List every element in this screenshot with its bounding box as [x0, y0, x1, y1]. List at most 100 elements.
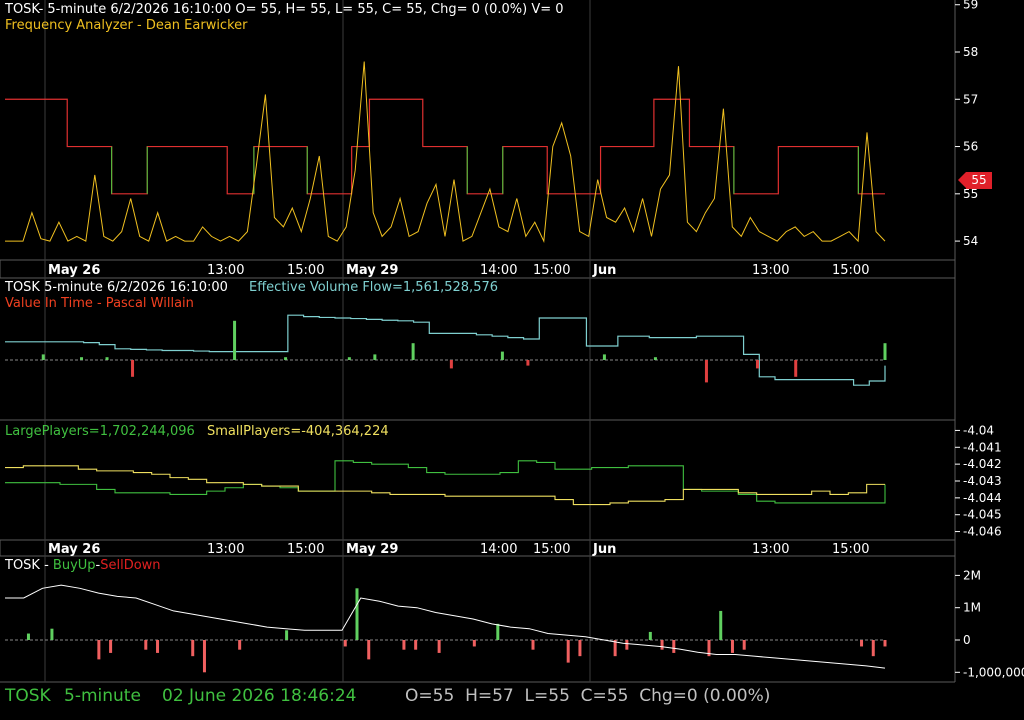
volume-flow-header: TOSK 5-minute 6/2/2026 16:10:00: [5, 280, 228, 295]
volume-flow-bar: [347, 357, 351, 360]
x-tick-label: 13:00: [752, 263, 789, 278]
x-axis-band: [0, 259, 956, 279]
volume-flow-bar: [284, 357, 288, 360]
y-tick-label: 2M: [963, 568, 981, 582]
buy-sell-bar: [97, 640, 101, 660]
volume-flow-bar: [704, 360, 708, 383]
y-tick-label: 56: [963, 140, 978, 154]
value-in-time-label: Value In Time - Pascal Willain: [5, 296, 194, 311]
y-tick-label: -4.041: [963, 440, 1002, 454]
y-tick-label: 58: [963, 45, 978, 59]
buy-sell-bar: [566, 640, 570, 663]
volume-flow-bar: [794, 360, 798, 377]
buy-sell-bar: [238, 640, 242, 650]
buy-sell-bar: [672, 640, 676, 653]
frequency-analyzer-label: Frequency Analyzer - Dean Earwicker: [5, 18, 248, 33]
buy-sell-bar: [202, 640, 206, 673]
x-tick-label: May 26: [48, 542, 100, 557]
x-tick-label: 15:00: [832, 542, 869, 557]
buy-sell-bar: [50, 628, 54, 640]
volume-flow-bar: [80, 357, 84, 360]
buy-sell-bar: [191, 640, 195, 657]
small-players-label: SmallPlayers=-404,364,224: [207, 424, 389, 439]
volume-flow-bar: [131, 360, 135, 377]
x-tick-label: 15:00: [533, 542, 570, 557]
y-tick-label: 0: [963, 633, 971, 647]
small-players-line: [5, 465, 885, 506]
buy-sell-bar: [578, 640, 582, 657]
buy-sell-bar: [660, 640, 664, 650]
status-ohlc: O=55 H=57 L=55 C=55 Chg=0 (0.00%): [405, 686, 771, 706]
buy-sell-bar: [144, 640, 148, 650]
buy-sell-bar: [402, 640, 406, 650]
x-tick-label: 13:00: [752, 542, 789, 557]
x-tick-label: 13:00: [207, 542, 244, 557]
buy-sell-bar: [625, 640, 629, 650]
large-players-label: LargePlayers=1,702,244,096: [5, 424, 195, 439]
buy-sell-bar: [109, 640, 113, 653]
buy-sell-bar: [531, 640, 535, 650]
last-price-badge: 55: [958, 172, 992, 189]
buyup-symbol: TOSK -: [5, 558, 53, 573]
volume-flow-bar: [653, 357, 657, 360]
buy-sell-bar: [355, 588, 359, 640]
buy-sell-bar: [496, 623, 500, 640]
volume-flow-bar: [883, 343, 887, 360]
volume-flow-bar: [411, 343, 415, 360]
buy-sell-bar: [648, 631, 652, 640]
y-tick-label: 1M: [963, 601, 981, 615]
volume-flow-bar: [755, 360, 759, 369]
buy-sell-bar: [871, 640, 875, 657]
y-tick-label: -4.044: [963, 491, 1002, 505]
y-tick-label: 57: [963, 92, 978, 106]
buy-sell-bar: [156, 640, 160, 653]
volume-flow-bar: [500, 351, 504, 360]
volume-flow-bar: [373, 354, 377, 360]
volume-flow-bar: [602, 354, 606, 360]
buy-sell-bar: [343, 640, 347, 647]
y-tick-label: -4.043: [963, 474, 1002, 488]
buy-sell-bar: [367, 640, 371, 660]
y-tick-label: -4.042: [963, 457, 1002, 471]
buy-sell-bar: [883, 640, 887, 647]
buy-sell-bar: [437, 640, 441, 653]
status-symbol: TOSK: [5, 686, 51, 706]
buyup-label: BuyUp: [52, 558, 96, 573]
status-interval: 5-minute: [64, 686, 141, 706]
y-tick-label: -4.04: [963, 423, 994, 437]
x-tick-label: 14:00: [480, 542, 517, 557]
buy-sell-bar: [472, 640, 476, 647]
effective-volume-flow-line: [5, 314, 886, 386]
x-tick-label: 15:00: [287, 263, 324, 278]
x-tick-label: Jun: [592, 263, 616, 278]
effective-volume-flow-label: Effective Volume Flow=1,561,528,576: [249, 280, 499, 295]
x-tick-label: 15:00: [832, 263, 869, 278]
volume-flow-bar: [233, 320, 237, 360]
x-axis-band: [0, 539, 956, 557]
y-tick-label: -1,000,000: [963, 665, 1024, 679]
volume-flow-bar: [449, 360, 453, 369]
frequency-analyzer-line: [5, 61, 886, 243]
cumulative-line: [5, 584, 886, 669]
x-tick-label: May 29: [346, 263, 398, 278]
x-tick-label: 14:00: [480, 263, 517, 278]
x-tick-label: Jun: [592, 542, 616, 557]
status-datetime: 02 June 2026 18:46:24: [162, 686, 357, 706]
y-tick-label: 59: [963, 0, 978, 12]
buyup-header: TOSK - BuyUp-SellDown: [5, 558, 161, 573]
selldown-label: SellDown: [100, 558, 161, 573]
buy-sell-bar: [285, 630, 289, 640]
buy-sell-bar: [730, 640, 734, 653]
y-tick-label: -4.045: [963, 508, 1002, 522]
frequency-step-line: [5, 98, 885, 195]
y-tick-label: -4.046: [963, 525, 1002, 539]
y-tick-label: 54: [963, 234, 978, 248]
price-header: TOSK- 5-minute 6/2/2026 16:10:00 O= 55, …: [5, 2, 564, 17]
volume-flow-bar: [526, 360, 530, 366]
buy-sell-bar: [414, 640, 418, 650]
chart-canvas[interactable]: May 26 13:00 15:00 May 29 14:00 15:00 Jun 13:00…: [0, 0, 1024, 684]
buy-sell-bar: [860, 640, 864, 647]
status-bar: TOSK 5-minute 02 June 2026 18:46:24 O=55…: [0, 684, 1024, 720]
x-tick-label: May 26: [48, 263, 100, 278]
volume-flow-bar: [41, 354, 45, 360]
